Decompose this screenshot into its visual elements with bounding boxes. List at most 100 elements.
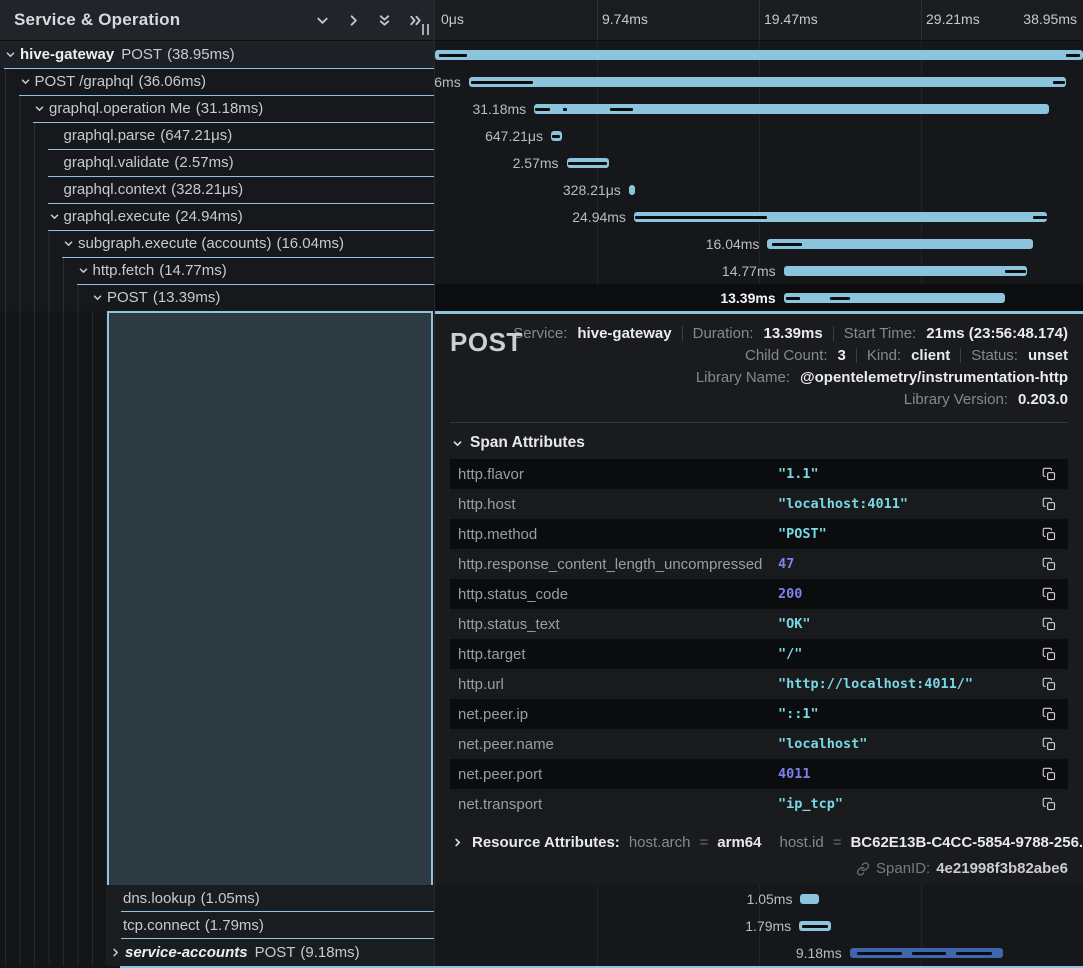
attribute-row: http.status_code200 — [450, 579, 1068, 609]
chevron-right-icon — [452, 837, 463, 848]
span-row-post-graphql[interactable]: POST /graphql (36.06ms) — [0, 68, 434, 95]
timeline-row[interactable]: 24.94ms — [435, 203, 1083, 230]
span-row-graphql-context[interactable]: graphql.context (328.21μs) — [0, 176, 434, 203]
attribute-key: http.flavor — [458, 466, 778, 483]
span-bar[interactable] — [784, 293, 1005, 303]
timeline-row[interactable]: 14.77ms — [435, 257, 1083, 284]
copy-icon[interactable] — [1040, 735, 1058, 753]
chevron-down-icon[interactable] — [20, 74, 35, 89]
span-row-graphql-parse[interactable]: graphql.parse (647.21μs) — [0, 122, 434, 149]
span-attributes-title: Span Attributes — [470, 434, 585, 452]
duration-label: 36.06ms — [435, 74, 461, 90]
span-bar[interactable] — [784, 266, 1028, 276]
operation-name: graphql.operation Me — [49, 100, 191, 117]
collapse-one-chevron-down-icon[interactable] — [314, 12, 331, 29]
span-duration: (14.77ms) — [159, 262, 227, 279]
chevron-down-icon[interactable] — [78, 263, 93, 278]
span-duration: (24.94ms) — [175, 208, 243, 225]
resource-key: host.arch — [629, 834, 691, 851]
chevron-spacer — [49, 182, 64, 197]
attribute-key: net.peer.ip — [458, 706, 778, 723]
timeline-row[interactable]: 9.18ms — [435, 939, 1083, 966]
span-duration: (13.39ms) — [153, 289, 221, 306]
copy-icon[interactable] — [1040, 675, 1058, 693]
chevron-down-icon[interactable] — [63, 236, 78, 251]
span-duration: (36.06ms) — [138, 73, 206, 90]
timeline-row[interactable]: 2.57ms — [435, 149, 1083, 176]
duration-label: 1.79ms — [745, 918, 791, 934]
row-rule — [48, 203, 435, 204]
attribute-value: "localhost" — [778, 736, 867, 752]
span-row-subgraph-execute-accounts[interactable]: subgraph.execute (accounts) (16.04ms) — [0, 230, 434, 257]
row-rule — [19, 95, 435, 96]
copy-icon[interactable] — [1040, 795, 1058, 813]
attribute-key: http.status_text — [458, 616, 778, 633]
copy-icon[interactable] — [1040, 765, 1058, 783]
copy-icon[interactable] — [1040, 525, 1058, 543]
span-bar[interactable] — [469, 77, 1066, 87]
span-row-graphql-validate[interactable]: graphql.validate (2.57ms) — [0, 149, 434, 176]
duration-label: 9.18ms — [796, 945, 842, 961]
timeline-row[interactable]: 36.06ms — [435, 68, 1083, 95]
span-attributes-header[interactable]: Span Attributes — [452, 434, 1068, 452]
span-row-http-fetch[interactable]: http.fetch (14.77ms) — [0, 257, 434, 284]
span-row-post-selected[interactable]: POST (13.39ms) — [0, 284, 434, 311]
row-rule — [48, 149, 435, 150]
attribute-value: "localhost:4011" — [778, 496, 908, 512]
timeline-row[interactable]: 647.21μs — [435, 122, 1083, 149]
duration-label: 328.21μs — [563, 182, 621, 198]
span-detail-left-panel — [107, 311, 433, 885]
meta-label: Child Count: — [745, 347, 828, 364]
timeline-row[interactable]: 31.18ms — [435, 95, 1083, 122]
copy-icon[interactable] — [1040, 495, 1058, 513]
gridline — [597, 0, 598, 40]
attribute-row: net.peer.name"localhost" — [450, 729, 1068, 759]
span-bar[interactable] — [800, 894, 818, 904]
span-bar[interactable] — [767, 239, 1033, 249]
chevron-down-icon[interactable] — [49, 209, 64, 224]
pane-resize-handle[interactable] — [422, 24, 429, 35]
span-title: POST — [450, 327, 523, 358]
duration-label: 647.21μs — [485, 128, 543, 144]
span-attributes-table: http.flavor"1.1" http.host"localhost:401… — [450, 459, 1068, 819]
span-row-tcp-connect[interactable]: tcp.connect (1.79ms) — [0, 912, 434, 939]
chevron-down-icon[interactable] — [34, 101, 49, 116]
chevron-right-icon[interactable] — [110, 945, 125, 960]
resource-attributes-row[interactable]: Resource Attributes: host.arch = arm64 h… — [452, 834, 1068, 851]
copy-icon[interactable] — [1040, 615, 1058, 633]
copy-icon[interactable] — [1040, 585, 1058, 603]
span-bar[interactable] — [435, 50, 1083, 60]
span-row-service-accounts-post[interactable]: service-accounts POST (9.18ms) — [0, 939, 434, 966]
timeline-row[interactable]: 1.79ms — [435, 912, 1083, 939]
attribute-value: "POST" — [778, 526, 827, 542]
collapse-all-double-chevron-down-icon[interactable] — [376, 12, 393, 29]
timeline-row[interactable]: 38.95ms — [435, 41, 1083, 68]
attribute-value: 4011 — [778, 766, 811, 782]
row-rule — [48, 230, 435, 231]
chevron-down-icon[interactable] — [92, 290, 107, 305]
timeline-row[interactable]: 16.04ms — [435, 230, 1083, 257]
meta-label: Status: — [971, 347, 1018, 364]
span-row-hive-gateway-post[interactable]: hive-gateway POST (38.95ms) — [0, 41, 434, 68]
divider — [856, 348, 857, 363]
span-duration: (2.57ms) — [174, 154, 233, 171]
attribute-row: http.response_content_length_uncompresse… — [450, 549, 1068, 579]
copy-icon[interactable] — [1040, 465, 1058, 483]
timeline-row-selected[interactable]: 13.39ms — [435, 284, 1083, 311]
span-row-dns-lookup[interactable]: dns.lookup (1.05ms) — [0, 885, 434, 912]
copy-icon[interactable] — [1040, 555, 1058, 573]
span-bar[interactable] — [629, 185, 635, 195]
span-meta: Service:hive-gateway Duration:13.39ms St… — [448, 322, 1068, 410]
chevron-down-icon[interactable] — [5, 47, 20, 62]
timeline-row[interactable]: 328.21μs — [435, 176, 1083, 203]
tree-header: Service & Operation — [0, 0, 434, 41]
copy-icon[interactable] — [1040, 705, 1058, 723]
timeline-row[interactable]: 1.05ms — [435, 885, 1083, 912]
attribute-row: http.url"http://localhost:4011/" — [450, 669, 1068, 699]
attribute-row: net.peer.port4011 — [450, 759, 1068, 789]
span-row-graphql-execute[interactable]: graphql.execute (24.94ms) — [0, 203, 434, 230]
expand-one-chevron-right-icon[interactable] — [345, 12, 362, 29]
copy-icon[interactable] — [1040, 645, 1058, 663]
span-row-graphql-operation-me[interactable]: graphql.operation Me (31.18ms) — [0, 95, 434, 122]
meta-label: Library Version: — [904, 391, 1008, 408]
